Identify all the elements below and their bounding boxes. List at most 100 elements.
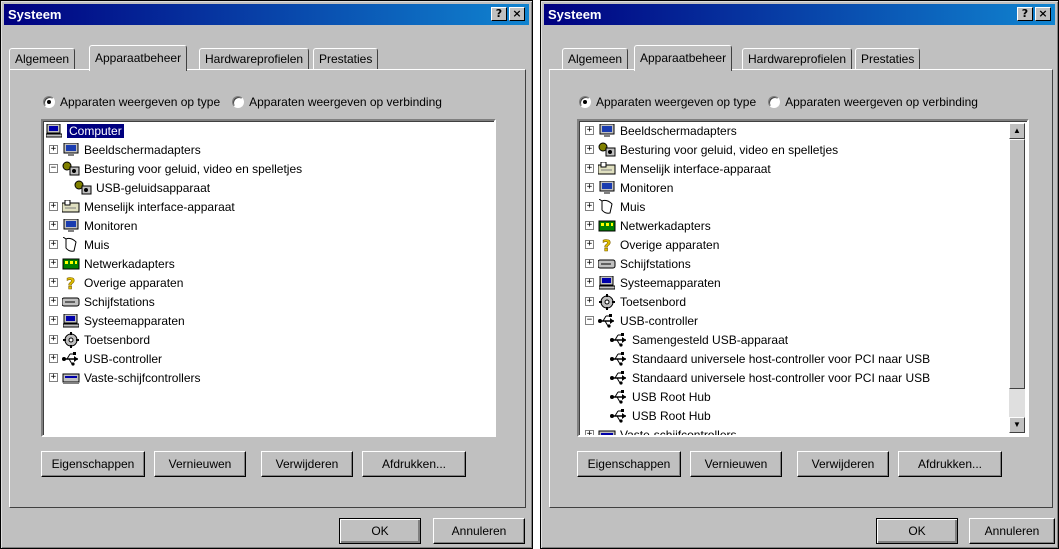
- title-bar[interactable]: Systeem ? ×: [544, 4, 1055, 25]
- scroll-up-button[interactable]: ▲: [1009, 123, 1025, 139]
- tree-node[interactable]: + Vaste-schijfcontrollers: [49, 368, 200, 387]
- tree-node[interactable]: + Netwerkadapters: [585, 216, 711, 235]
- expand-icon[interactable]: +: [585, 430, 594, 435]
- tree-node[interactable]: + USB-controller: [49, 349, 162, 368]
- scroll-down-button[interactable]: ▼: [1009, 417, 1025, 433]
- expand-icon[interactable]: +: [585, 259, 594, 268]
- usb-icon: [610, 351, 628, 367]
- expand-icon[interactable]: +: [585, 202, 594, 211]
- question-icon: ?: [598, 237, 616, 253]
- collapse-icon[interactable]: −: [49, 164, 58, 173]
- tree-node[interactable]: Computer: [45, 121, 125, 140]
- tree-node[interactable]: +? Overige apparaten: [585, 235, 719, 254]
- properties-button[interactable]: Eigenschappen: [577, 451, 681, 477]
- tree-node[interactable]: + Systeemapparaten: [49, 311, 185, 330]
- radio-view-by-type[interactable]: Apparaten weergeven op type: [579, 95, 756, 109]
- tree-node[interactable]: + Monitoren: [585, 178, 673, 197]
- tree-node[interactable]: + Monitoren: [49, 216, 137, 235]
- tree-node[interactable]: + Menselijk interface-apparaat: [49, 197, 235, 216]
- scroll-thumb[interactable]: [1009, 139, 1025, 389]
- print-button[interactable]: Afdrukken...: [362, 451, 466, 477]
- refresh-button[interactable]: Vernieuwen: [690, 451, 782, 477]
- radio-view-by-type[interactable]: Apparaten weergeven op type: [43, 95, 220, 109]
- close-button[interactable]: ×: [1035, 7, 1051, 21]
- tree-node-label: USB Root Hub: [632, 408, 711, 423]
- tab-device-manager[interactable]: Apparaatbeheer: [89, 45, 188, 71]
- expand-icon[interactable]: +: [585, 164, 594, 173]
- expand-icon[interactable]: +: [49, 297, 58, 306]
- network-icon: [62, 256, 80, 272]
- tab-device-manager[interactable]: Apparaatbeheer: [634, 45, 733, 71]
- tab-general[interactable]: Algemeen: [562, 48, 629, 70]
- tree-node[interactable]: Samengesteld USB-apparaat: [610, 330, 788, 349]
- tree-node[interactable]: USB-geluidsapparaat: [74, 178, 210, 197]
- refresh-button[interactable]: Vernieuwen: [154, 451, 246, 477]
- expand-icon[interactable]: +: [585, 278, 594, 287]
- expand-icon[interactable]: +: [49, 373, 58, 382]
- expand-icon[interactable]: +: [585, 297, 594, 306]
- tree-node[interactable]: + Beeldschermadapters: [49, 140, 201, 159]
- expand-icon[interactable]: +: [585, 126, 594, 135]
- tree-node[interactable]: Standaard universele host-controller voo…: [610, 368, 930, 387]
- usb-icon: [598, 313, 616, 329]
- expand-icon[interactable]: +: [585, 145, 594, 154]
- tab-performance[interactable]: Prestaties: [313, 48, 379, 70]
- tree-node[interactable]: + Systeemapparaten: [585, 273, 721, 292]
- tree-node[interactable]: Standaard universele host-controller voo…: [610, 349, 930, 368]
- expand-icon[interactable]: +: [585, 183, 594, 192]
- expand-icon[interactable]: +: [49, 259, 58, 268]
- tab-hardware-profiles[interactable]: Hardwareprofielen: [742, 48, 853, 70]
- device-tree[interactable]: ▲ ▼ + Beeldschermadapters + Besturing voor …: [577, 119, 1029, 437]
- help-button[interactable]: ?: [491, 7, 507, 21]
- tree-node-label: Systeemapparaten: [620, 275, 721, 290]
- tree-node[interactable]: − USB-controller: [585, 311, 698, 330]
- print-button[interactable]: Afdrukken...: [898, 451, 1002, 477]
- tree-node[interactable]: + Schijfstations: [49, 292, 155, 311]
- vertical-scrollbar[interactable]: ▲ ▼: [1009, 123, 1025, 433]
- radio-view-by-connection[interactable]: Apparaten weergeven op verbinding: [768, 95, 978, 109]
- tree-node[interactable]: + Toetsenbord: [49, 330, 150, 349]
- tree-node-label: Samengesteld USB-apparaat: [632, 332, 789, 347]
- properties-button[interactable]: Eigenschappen: [41, 451, 145, 477]
- device-tree[interactable]: Computer + Beeldschermadapters − Besturing v…: [41, 119, 496, 437]
- tree-node[interactable]: + Toetsenbord: [585, 292, 686, 311]
- help-button[interactable]: ?: [1017, 7, 1033, 21]
- collapse-icon[interactable]: −: [585, 316, 594, 325]
- expand-icon[interactable]: +: [49, 145, 58, 154]
- tree-node[interactable]: +? Overige apparaten: [49, 273, 183, 292]
- tab-general[interactable]: Algemeen: [9, 48, 76, 70]
- cancel-button[interactable]: Annuleren: [969, 518, 1055, 544]
- tree-node[interactable]: USB Root Hub: [610, 387, 711, 406]
- remove-button[interactable]: Verwijderen: [261, 451, 353, 477]
- tree-node[interactable]: + Menselijk interface-apparaat: [585, 159, 771, 178]
- expand-icon[interactable]: +: [49, 335, 58, 344]
- expand-icon[interactable]: +: [585, 221, 594, 230]
- expand-icon[interactable]: +: [49, 278, 58, 287]
- tree-node[interactable]: + Muis: [49, 235, 109, 254]
- radio-view-by-connection[interactable]: Apparaten weergeven op verbinding: [232, 95, 442, 109]
- close-button[interactable]: ×: [509, 7, 525, 21]
- tree-node[interactable]: − Besturing voor geluid, video en spellet…: [49, 159, 302, 178]
- tab-performance[interactable]: Prestaties: [855, 48, 921, 70]
- expand-icon[interactable]: +: [49, 240, 58, 249]
- tree-node[interactable]: + Muis: [585, 197, 645, 216]
- expand-icon[interactable]: +: [49, 221, 58, 230]
- cancel-button[interactable]: Annuleren: [433, 518, 525, 544]
- ok-button[interactable]: OK: [339, 518, 421, 544]
- tree-node[interactable]: + Netwerkadapters: [49, 254, 175, 273]
- tree-node[interactable]: + Schijfstations: [585, 254, 691, 273]
- expand-icon[interactable]: +: [585, 240, 594, 249]
- tree-node[interactable]: USB Root Hub: [610, 406, 711, 425]
- tree-node-label: Besturing voor geluid, video en spelletj…: [620, 142, 839, 157]
- expand-icon[interactable]: +: [49, 354, 58, 363]
- expand-icon[interactable]: +: [49, 316, 58, 325]
- expand-icon[interactable]: +: [49, 202, 58, 211]
- svg-text:?: ?: [602, 237, 611, 253]
- remove-button[interactable]: Verwijderen: [797, 451, 889, 477]
- title-bar[interactable]: Systeem ? ×: [4, 4, 529, 25]
- ok-button[interactable]: OK: [876, 518, 958, 544]
- tab-hardware-profiles[interactable]: Hardwareprofielen: [199, 48, 310, 70]
- tree-node[interactable]: + Vaste-schijfcontrollers: [585, 425, 736, 435]
- tree-node[interactable]: + Beeldschermadapters: [585, 121, 737, 140]
- tree-node[interactable]: + Besturing voor geluid, video en spellet…: [585, 140, 838, 159]
